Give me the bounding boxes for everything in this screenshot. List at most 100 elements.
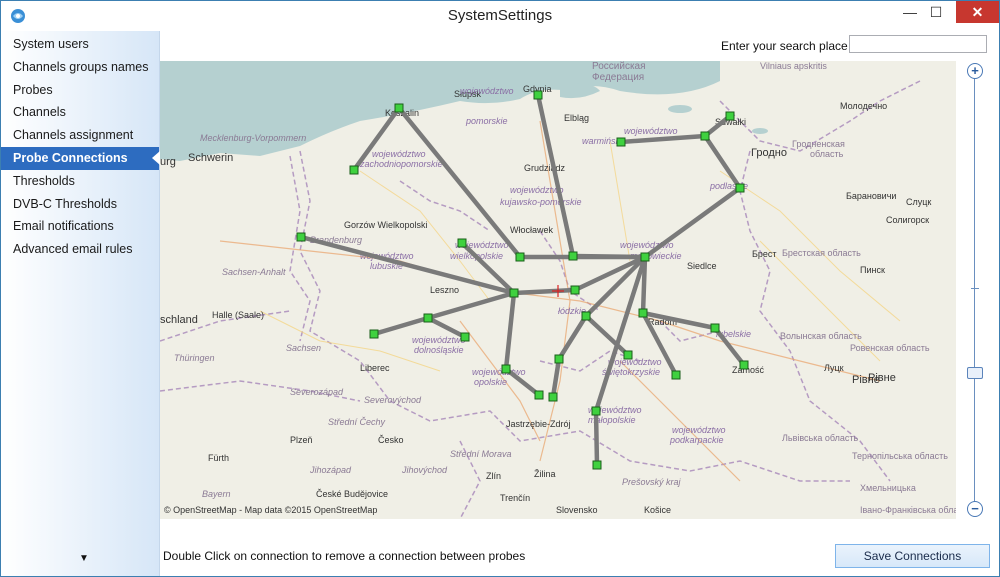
map-label: Severovýchod xyxy=(364,395,422,405)
map-label: Plzeň xyxy=(290,435,313,445)
probe-connection[interactable] xyxy=(642,185,743,260)
probe-marker[interactable] xyxy=(570,285,580,295)
map-label: České Budějovice xyxy=(316,489,388,499)
map-label: Рівне xyxy=(868,372,896,384)
map-label: Střední Morava xyxy=(450,449,512,459)
map-label: Košice xyxy=(644,505,671,515)
scroll-down-icon[interactable]: ▼ xyxy=(79,553,89,564)
zoom-tick xyxy=(971,288,979,289)
probe-marker[interactable] xyxy=(638,308,648,318)
probe-connection[interactable] xyxy=(593,408,600,468)
probe-marker[interactable] xyxy=(460,332,470,342)
sidebar-item-channels-groups-names[interactable]: Channels groups names xyxy=(1,56,159,79)
sidebar-item-dvb-c-thresholds[interactable]: DVB-C Thresholds xyxy=(1,193,159,216)
probe-marker[interactable] xyxy=(591,406,601,416)
map-label: Jihovýchod xyxy=(401,465,448,475)
map-label: dolnośląskie xyxy=(414,345,464,355)
map-label: pomorskie xyxy=(465,116,508,126)
map-label: Барановичи xyxy=(846,191,896,201)
zoom-in-button[interactable]: + xyxy=(967,63,983,79)
map-label: podkarpackie xyxy=(669,435,724,445)
map-label: Zlín xyxy=(486,471,501,481)
settings-menu: System users Channels groups names Probes C… xyxy=(1,31,160,261)
map-label: Волынская область xyxy=(780,331,862,341)
map-label: область xyxy=(810,149,844,159)
map-label: kujawsko-pomorskie xyxy=(500,197,582,207)
map-label: Grudziądz xyxy=(524,163,566,173)
probe-marker[interactable] xyxy=(548,392,558,402)
probe-connection[interactable] xyxy=(503,290,517,372)
osm-credit: © OpenStreetMap - Map data ©2015 OpenStr… xyxy=(164,505,378,515)
zoom-control[interactable]: + − xyxy=(963,63,987,517)
probe-marker[interactable] xyxy=(533,90,543,100)
probe-marker[interactable] xyxy=(616,137,626,147)
connections-layer[interactable] xyxy=(298,92,747,468)
probe-connection[interactable] xyxy=(556,313,589,362)
probe-connection[interactable] xyxy=(640,254,648,316)
zoom-slider-thumb[interactable] xyxy=(967,367,983,379)
settings-sidebar: System users Channels groups names Probes C… xyxy=(1,31,160,576)
connection-hint: Double Click on connection to remove a c… xyxy=(163,549,526,563)
map-label: Jastrzębie-Zdrój xyxy=(506,419,571,429)
probe-marker[interactable] xyxy=(568,251,578,261)
probe-marker[interactable] xyxy=(457,238,467,248)
sidebar-item-email-notifications[interactable]: Email notifications xyxy=(1,215,159,238)
map-label: Severozápad xyxy=(290,387,344,397)
probes-layer[interactable] xyxy=(296,90,749,470)
probe-marker[interactable] xyxy=(515,252,525,262)
probe-marker[interactable] xyxy=(554,354,564,364)
map-label: Schwerin xyxy=(188,152,233,164)
probe-marker[interactable] xyxy=(671,370,681,380)
probe-marker[interactable] xyxy=(501,364,511,374)
probe-connection[interactable] xyxy=(511,287,578,296)
probe-marker[interactable] xyxy=(296,232,306,242)
probe-marker[interactable] xyxy=(640,252,650,262)
save-connections-button[interactable]: Save Connections xyxy=(835,544,990,568)
probe-marker[interactable] xyxy=(710,323,720,333)
sidebar-item-system-users[interactable]: System users xyxy=(1,33,159,56)
map-label: Vilniaus apskritis xyxy=(760,61,827,71)
map-label: Луцк xyxy=(824,363,844,373)
map-label: Івано-Франківська область xyxy=(860,505,956,515)
probe-marker[interactable] xyxy=(739,360,749,370)
probe-marker[interactable] xyxy=(581,311,591,321)
probe-marker[interactable] xyxy=(623,350,633,360)
probe-connection[interactable] xyxy=(396,105,523,260)
sidebar-item-channels[interactable]: Channels xyxy=(1,101,159,124)
sidebar-item-probe-connections[interactable]: Probe Connections xyxy=(1,146,160,170)
map-label: Российская xyxy=(592,61,646,72)
map-label: Elbląg xyxy=(564,113,589,123)
probe-connection-map[interactable]: Słupsk Gdynia Koszalin Elbląg Suwałki Мо… xyxy=(160,61,956,519)
maximize-button[interactable]: ☐ xyxy=(921,1,951,23)
probe-marker[interactable] xyxy=(349,165,359,175)
map-label: Гродненская xyxy=(792,139,845,149)
sidebar-item-channels-assignment[interactable]: Channels assignment xyxy=(1,124,159,147)
probe-marker[interactable] xyxy=(700,131,710,141)
probe-marker[interactable] xyxy=(394,103,404,113)
probe-marker[interactable] xyxy=(534,390,544,400)
map-label: Слуцк xyxy=(906,197,931,207)
probe-connection[interactable] xyxy=(550,356,562,400)
map-label: Брестская область xyxy=(782,248,861,258)
probe-marker[interactable] xyxy=(735,183,745,193)
probe-connection[interactable] xyxy=(425,290,517,321)
search-place-input[interactable] xyxy=(849,35,987,53)
probe-marker[interactable] xyxy=(725,111,735,121)
probe-connection[interactable] xyxy=(618,133,708,145)
probe-connection[interactable] xyxy=(371,315,431,337)
probe-marker[interactable] xyxy=(423,313,433,323)
sidebar-item-probes[interactable]: Probes xyxy=(1,79,159,102)
sidebar-item-advanced-email-rules[interactable]: Advanced email rules xyxy=(1,238,159,261)
probe-marker[interactable] xyxy=(369,329,379,339)
map-label: Jihozápad xyxy=(309,465,352,475)
sidebar-item-thresholds[interactable]: Thresholds xyxy=(1,170,159,193)
probe-marker[interactable] xyxy=(509,288,519,298)
map-label: Гродно xyxy=(751,147,787,159)
map-label: województwo xyxy=(412,335,466,345)
probe-marker[interactable] xyxy=(592,460,602,470)
zoom-out-button[interactable]: − xyxy=(967,501,983,517)
map-label: województwo xyxy=(624,126,678,136)
probe-connection[interactable] xyxy=(570,253,648,260)
close-button[interactable]: ✕ xyxy=(956,1,999,23)
map-view[interactable]: Słupsk Gdynia Koszalin Elbląg Suwałki Мо… xyxy=(160,61,956,519)
